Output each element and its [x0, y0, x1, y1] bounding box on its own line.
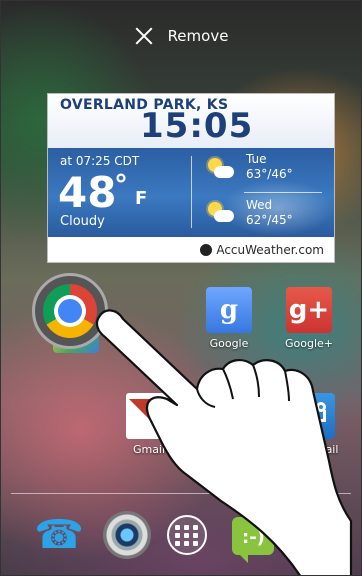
forecast-day: Wed	[246, 198, 273, 212]
google-plus-icon: g+	[286, 287, 332, 333]
forecast-high-low: 63°/46°	[246, 167, 293, 181]
accuweather-logo-icon	[200, 243, 213, 256]
weather-temperature: 48	[58, 168, 117, 217]
forecast-day: Tue	[246, 152, 267, 166]
messaging-button[interactable]: :-)	[229, 511, 277, 563]
app-voicemail[interactable]: Voicemail	[277, 393, 347, 456]
app-google[interactable]: g Google	[197, 287, 261, 350]
weather-time: 15:05	[140, 106, 254, 146]
weather-divider	[191, 156, 192, 228]
all-apps-button[interactable]	[163, 511, 211, 559]
forecast-divider	[244, 192, 322, 193]
app-google-plus[interactable]: g+ Google+	[277, 287, 341, 350]
messaging-icon: :-)	[232, 517, 274, 563]
app-gmail[interactable]: Gmail	[117, 393, 181, 456]
forecast-high-low: 62°/45°	[246, 213, 293, 227]
dock-divider	[11, 493, 351, 494]
all-apps-icon	[167, 515, 207, 555]
weather-unit: F	[135, 188, 148, 209]
close-icon	[134, 26, 154, 46]
chrome-drag-bubble[interactable]	[32, 273, 108, 349]
chrome-icon	[43, 284, 97, 338]
app-label: Google+	[284, 337, 333, 350]
partly-cloudy-icon	[206, 156, 234, 180]
remove-drop-target[interactable]: Remove	[1, 23, 361, 49]
google-search-icon: g	[206, 287, 252, 333]
weather-widget[interactable]: OVERLAND PARK, KS 15:05 at 07:25 CDT 48 …	[47, 93, 335, 263]
weather-observed-time: at 07:25 CDT	[60, 154, 140, 168]
weather-degree-symbol: °	[114, 168, 128, 201]
weather-provider: AccuWeather.com	[48, 237, 334, 262]
home-screen: Remove OVERLAND PARK, KS 15:05 at 07:25 …	[0, 0, 362, 576]
camera-icon[interactable]	[103, 511, 151, 559]
voicemail-icon	[289, 393, 335, 439]
gmail-icon	[126, 393, 172, 439]
weather-condition: Cloudy	[60, 214, 105, 229]
phone-icon[interactable]: ☎	[34, 511, 84, 559]
app-label: Voicemail	[285, 443, 339, 456]
remove-label: Remove	[167, 27, 229, 45]
weather-header: OVERLAND PARK, KS 15:05	[48, 94, 334, 148]
app-label: Google	[209, 337, 249, 350]
weather-panel: at 07:25 CDT 48 ° F Cloudy Tue 63°/46° W…	[48, 148, 334, 237]
weather-provider-label: AccuWeather.com	[216, 242, 324, 257]
app-label: Gmail	[132, 443, 166, 456]
partly-cloudy-icon	[206, 200, 234, 224]
